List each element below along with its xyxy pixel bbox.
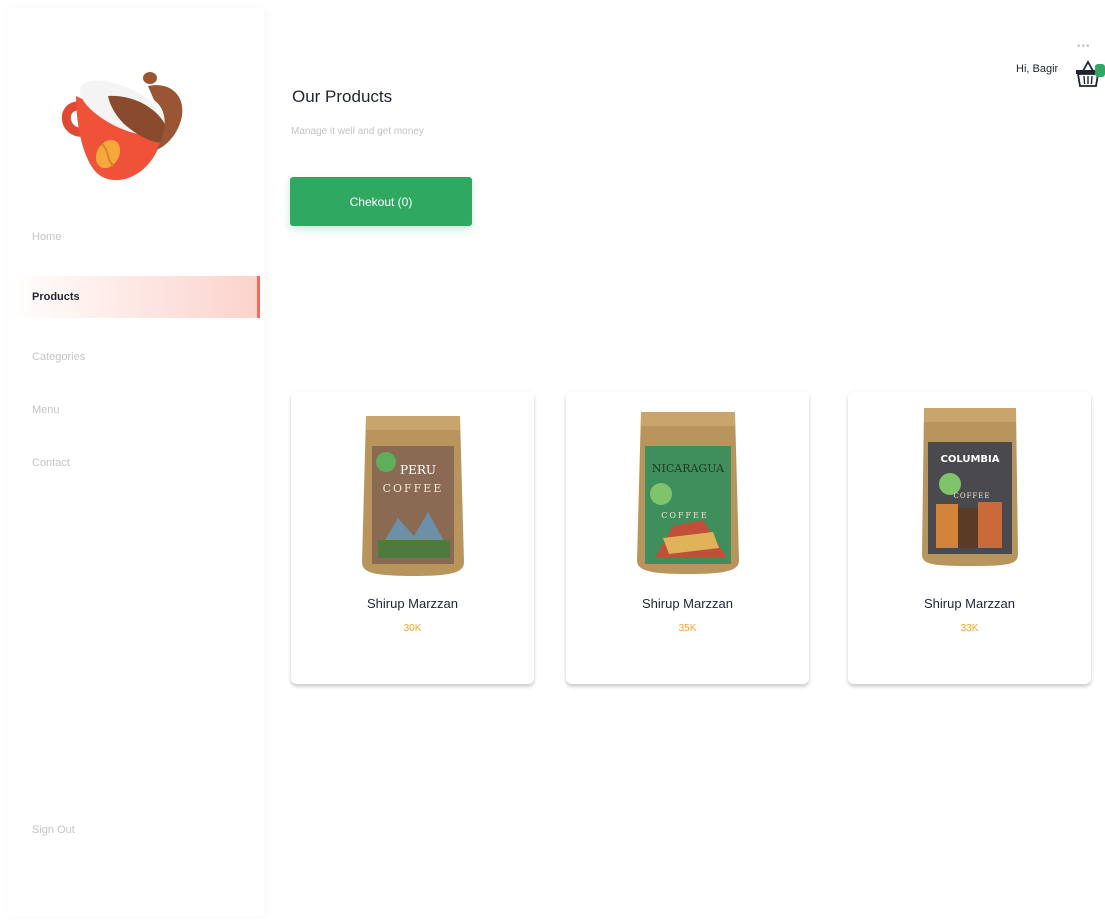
pack-origin-label: PERU (400, 463, 436, 477)
more-options-icon[interactable]: ••• (1077, 41, 1091, 52)
user-greeting: Hi, Bagir (1016, 63, 1059, 75)
sidebar-item-categories[interactable]: Categories (8, 336, 260, 378)
page-title: Our Products (292, 87, 393, 106)
sidebar-item-home[interactable]: Home (8, 216, 260, 258)
sidebar: Home Products Categories Menu Contact Si… (8, 8, 264, 916)
pack-coffee-label: COFFEE (382, 482, 443, 495)
product-card[interactable]: PERU COFFEE Shirup Marzzan 30K (291, 392, 534, 684)
product-card[interactable]: COLUMBIA COFFEE Shirup Marzzan 33K (848, 392, 1091, 684)
sidebar-item-label: Home (32, 231, 62, 243)
page-subtitle: Manage it well and get money (291, 126, 424, 137)
pack-coffee-label: COFFEE (953, 492, 990, 500)
sidebar-item-products[interactable]: Products (8, 276, 260, 318)
checkout-button[interactable]: Chekout (0) (290, 177, 472, 226)
product-card[interactable]: NICARAGUA COFFEE Shirup Marzzan 35K (566, 392, 809, 684)
product-name: Shirup Marzzan (923, 596, 1016, 611)
sidebar-item-label: Menu (32, 404, 60, 416)
sign-out-link[interactable]: Sign Out (32, 824, 75, 836)
coffee-pack-image: PERU COFFEE (361, 416, 464, 576)
sidebar-item-contact[interactable]: Contact (8, 442, 260, 484)
app-root: Home Products Categories Menu Contact Si… (0, 0, 1105, 920)
product-name: Shirup Marzzan (641, 596, 734, 611)
sidebar-item-label: Contact (32, 457, 70, 469)
pack-origin-label: COLUMBIA (940, 454, 999, 465)
coffee-cup-logo (61, 72, 183, 181)
coffee-pack-image: COLUMBIA COFFEE (921, 408, 1018, 566)
pack-coffee-label: COFFEE (661, 511, 708, 520)
sidebar-item-label: Categories (32, 351, 86, 363)
product-name: Shirup Marzzan (366, 596, 459, 611)
sidebar-item-menu[interactable]: Menu (8, 389, 260, 431)
coffee-pack-image: NICARAGUA COFFEE (636, 412, 739, 574)
sidebar-item-label: Products (32, 291, 80, 303)
product-price: 30K (403, 623, 422, 634)
cart-button[interactable] (1075, 58, 1105, 90)
product-price: 33K (960, 623, 979, 634)
product-price: 35K (678, 623, 697, 634)
pack-origin-label: NICARAGUA (651, 462, 724, 475)
cart-count-badge (1095, 64, 1105, 77)
